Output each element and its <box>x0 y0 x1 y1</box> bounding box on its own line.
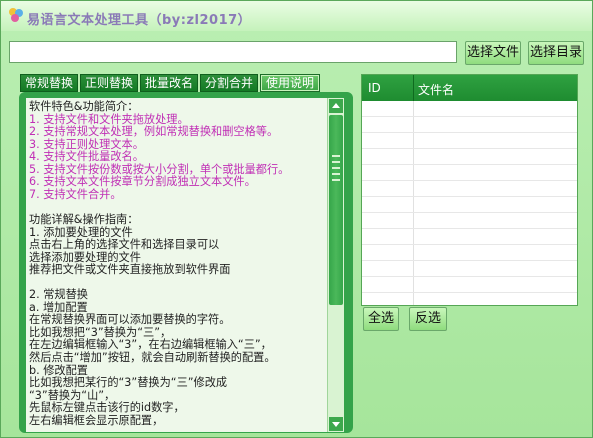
usage-guide-line: 5. 支持文件按份数或按大小分割，单个或批量都行。 <box>29 162 290 176</box>
arrow-up-icon <box>332 103 340 108</box>
usage-guide-line: 4. 支持文件批量改名。 <box>29 150 144 164</box>
usage-guide-line: 选择添加要处理的文件 <box>29 250 141 264</box>
column-divider <box>413 75 414 101</box>
grip-line <box>332 167 340 169</box>
usage-guide-text[interactable]: 软件特色&功能简介： 1. 支持文件和文件夹拖放处理。 2. 支持常规文本处理，例如… <box>26 98 327 432</box>
grip-line <box>332 161 340 163</box>
invert-selection-button[interactable]: 反选 <box>409 307 447 331</box>
column-header-filename[interactable]: 文件名 <box>418 81 454 98</box>
usage-guide-line: 功能详解&操作指南： <box>29 212 139 226</box>
table-row[interactable] <box>362 149 577 165</box>
usage-guide-line: 2. 支持常规文本处理，例如常规替换和删空格等。 <box>29 125 279 139</box>
grip-line <box>332 173 340 175</box>
usage-guide-line: 先鼠标左键点击该行的id数字， <box>29 401 185 415</box>
doc-scrollbar[interactable] <box>327 98 344 432</box>
table-row[interactable] <box>362 181 577 197</box>
app-window: 易语言文本处理工具（by:zl2017） 选择文件 选择目录 常规替换 正则替换… <box>0 0 593 438</box>
column-header-id[interactable]: ID <box>368 81 381 95</box>
table-row[interactable] <box>362 165 577 181</box>
scroll-thumb[interactable] <box>329 115 343 305</box>
scroll-up-button[interactable] <box>329 99 343 113</box>
usage-guide-line: 然后点击“增加”按钮，就会自动刷新替换的配置。 <box>29 351 276 364</box>
tab-usage-guide[interactable]: 使用说明 <box>260 74 320 92</box>
tab-normal-replace[interactable]: 常规替换 <box>20 74 78 92</box>
tab-split-merge[interactable]: 分割合并 <box>200 74 258 92</box>
usage-guide-line: 2. 常规替换 <box>29 288 88 302</box>
usage-guide-line: 推荐把文件或文件夹直接拖放到软件界面 <box>29 263 231 277</box>
select-dir-button[interactable]: 选择目录 <box>528 41 584 65</box>
usage-guide-line: 比如我想把某行的“3”替换为“三”修改成 <box>29 376 228 390</box>
usage-guide-line: 软件特色&功能简介： <box>29 100 139 113</box>
table-row[interactable] <box>362 245 577 261</box>
scroll-down-button[interactable] <box>329 417 343 431</box>
file-list-table[interactable]: ID 文件名 <box>361 74 578 306</box>
usage-guide-line: 在左边编辑框输入“3”，在右边编辑框输入“三”， <box>29 338 272 352</box>
table-row[interactable] <box>362 277 577 293</box>
usage-guide-line: 在常规替换界面可以添加要替换的字符。 <box>29 313 231 327</box>
table-row[interactable] <box>362 101 577 117</box>
usage-guide-line: 1. 支持文件和文件夹拖放处理。 <box>29 112 189 126</box>
tab-regex-replace[interactable]: 正则替换 <box>80 74 138 92</box>
table-row[interactable] <box>362 213 577 229</box>
table-row[interactable] <box>362 117 577 133</box>
usage-guide-line: 比如我想把“3”替换为“三”， <box>29 325 172 339</box>
select-file-button[interactable]: 选择文件 <box>465 41 521 65</box>
usage-guide-line: a. 增加配置 <box>29 300 88 314</box>
app-logo-icon <box>9 8 23 22</box>
usage-guide-line: 7. 支持文件合并。 <box>29 187 122 201</box>
usage-guide-line: 左右编辑框会显示原配置， <box>29 413 164 427</box>
usage-guide-line: 6. 支持文本文件按章节分割成独立文本文件。 <box>29 175 256 189</box>
usage-guide-line: 点击右上角的选择文件和选择目录可以 <box>29 238 220 252</box>
grip-line <box>332 179 340 181</box>
table-row[interactable] <box>362 197 577 213</box>
table-row[interactable] <box>362 229 577 245</box>
table-header: ID 文件名 <box>362 75 577 101</box>
arrow-down-icon <box>332 422 340 427</box>
tab-batch-rename[interactable]: 批量改名 <box>140 74 198 92</box>
usage-guide-line: “3”替换为“山”， <box>29 388 116 402</box>
usage-guide-line: 3. 支持正则处理文本。 <box>29 137 144 151</box>
title-bar: 易语言文本处理工具（by:zl2017） <box>1 1 592 31</box>
path-input[interactable] <box>9 41 457 63</box>
usage-guide-line: 1. 添加要处理的文件 <box>29 225 133 239</box>
grip-line <box>332 155 340 157</box>
select-all-button[interactable]: 全选 <box>363 307 399 331</box>
table-row[interactable] <box>362 261 577 277</box>
usage-guide-line: b. 修改配置 <box>29 363 88 377</box>
table-row[interactable] <box>362 133 577 149</box>
window-title: 易语言文本处理工具（by:zl2017） <box>27 13 252 28</box>
